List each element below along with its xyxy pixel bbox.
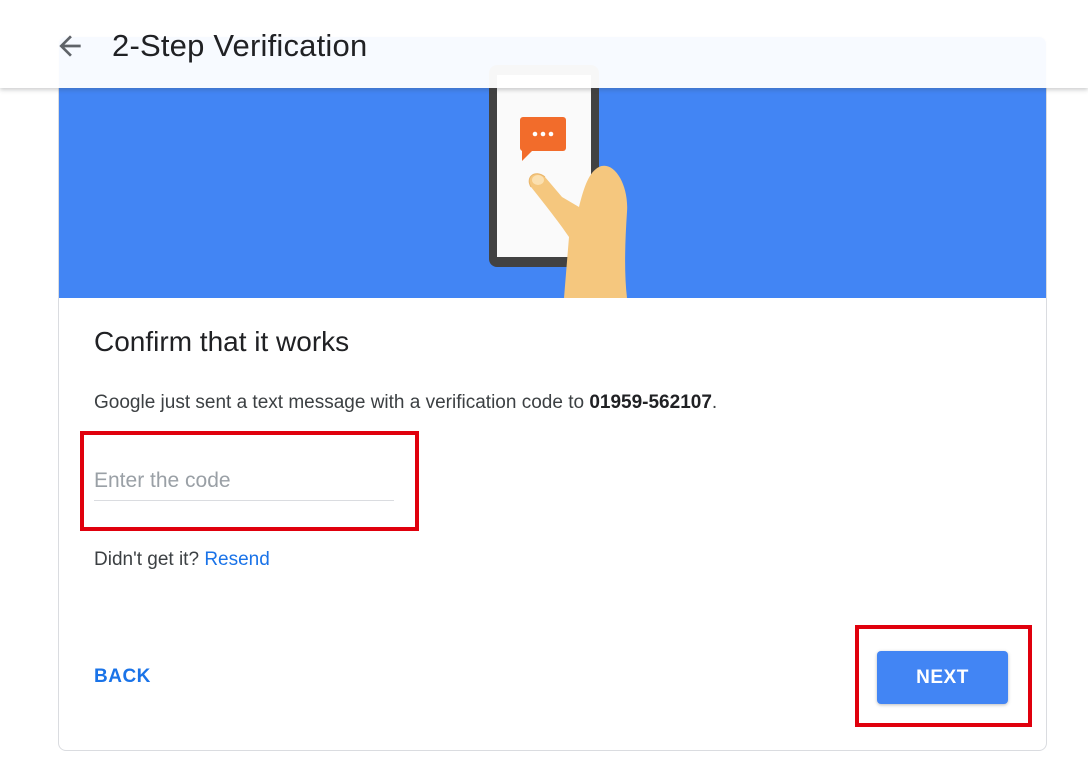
resend-row: Didn't get it? Resend [94,549,270,571]
resend-prompt: Didn't get it? [94,549,200,570]
description-suffix: . [711,392,718,413]
description-prefix: Google just sent a text message with a v… [94,392,590,413]
arrow-back-icon[interactable] [54,30,86,62]
next-button[interactable]: NEXT [877,651,1008,704]
phone-number: 01959-562107 [589,392,712,413]
back-button[interactable]: BACK [94,666,151,688]
verification-description: Google just sent a text message with a v… [94,392,717,414]
verification-code-input[interactable] [94,462,394,501]
resend-link[interactable]: Resend [204,549,270,570]
page-title: 2-Step Verification [112,28,368,63]
app-bar: 2-Step Verification [0,0,1088,88]
section-heading: Confirm that it works [94,326,350,357]
page: 2-Step Verification Confirm that it work… [0,0,1088,772]
